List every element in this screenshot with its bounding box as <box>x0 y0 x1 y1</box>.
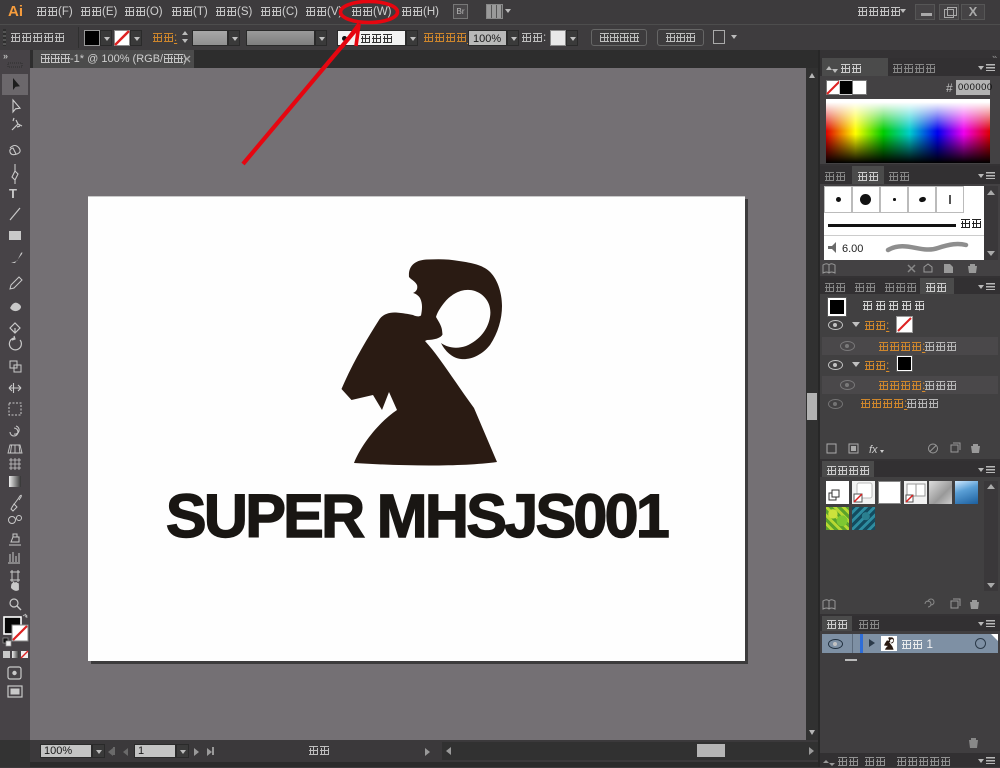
svg-text:6.00: 6.00 <box>842 243 863 255</box>
svg-text:»: » <box>3 51 8 61</box>
svg-text:T: T <box>9 186 17 201</box>
svg-text:fx: fx <box>869 444 878 456</box>
